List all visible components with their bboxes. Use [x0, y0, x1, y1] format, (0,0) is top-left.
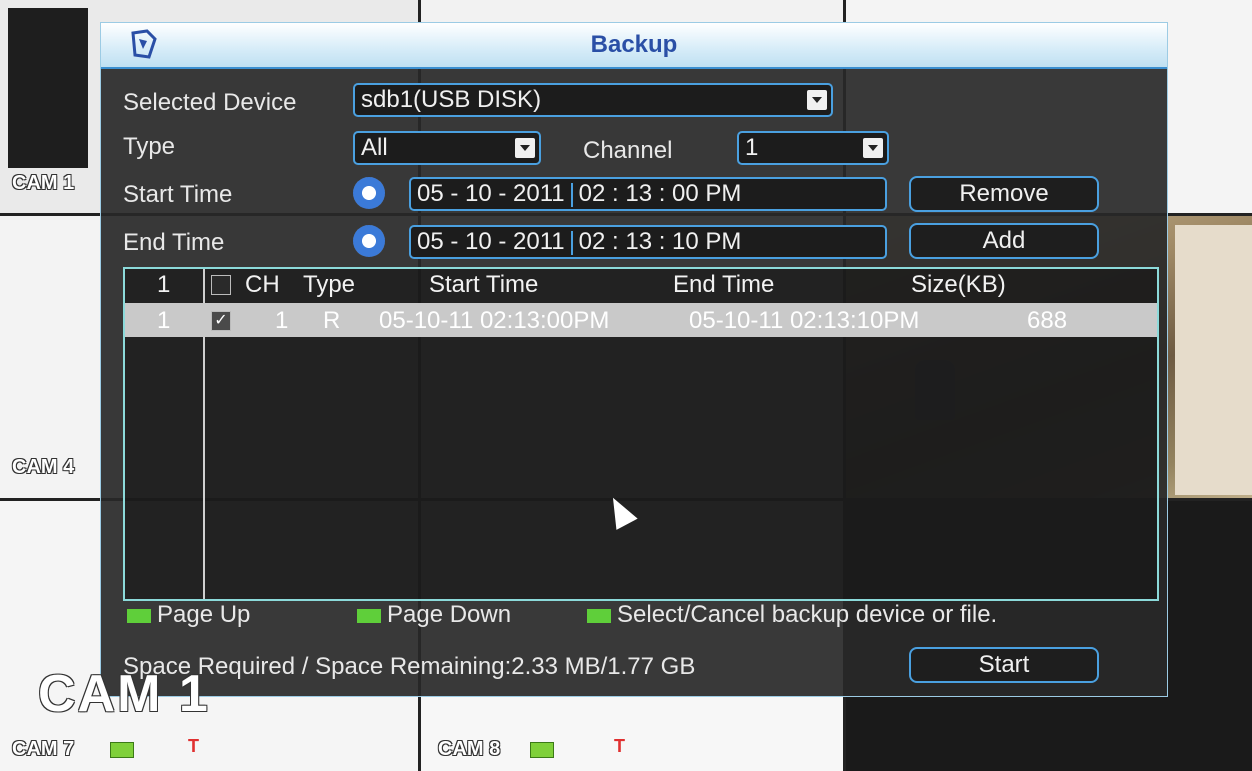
camera-label-8: CAM 8: [438, 738, 501, 760]
header-count: 1: [157, 271, 171, 298]
start-button[interactable]: Start: [909, 647, 1099, 683]
row-end-time: 05-10-11 02:13:10PM: [689, 307, 920, 334]
row-index: 1: [157, 307, 171, 334]
end-time-value: 02 : 13 : 10 PM: [578, 228, 742, 255]
backup-file-table: 1 CH Type Start Time End Time Size(KB) 1…: [123, 267, 1159, 601]
header-type: Type: [303, 271, 356, 298]
selected-device-label: Selected Device: [123, 89, 297, 116]
camera-label-4: CAM 4: [12, 456, 75, 478]
select-all-checkbox[interactable]: [211, 275, 231, 295]
camera-preview: [8, 8, 88, 168]
channel-dropdown[interactable]: 1: [737, 131, 889, 165]
camera-scene-door: [1175, 225, 1252, 495]
chevron-down-icon[interactable]: [807, 90, 827, 110]
field-separator: [570, 230, 573, 255]
field-separator: [570, 182, 573, 207]
end-time-input[interactable]: 05 - 10 - 2011 02 : 13 : 10 PM: [409, 225, 887, 259]
clock-icon[interactable]: [353, 177, 385, 209]
alarm-icon: T: [614, 736, 625, 756]
select-cancel-hint: Select/Cancel backup device or file.: [587, 601, 997, 629]
function-key-icon: [587, 608, 611, 623]
header-ch: CH: [245, 271, 280, 298]
row-checkbox[interactable]: ✓: [211, 311, 231, 331]
header-start-time: Start Time: [429, 271, 539, 298]
row-type: R: [323, 307, 341, 334]
dialog-title: Backup: [590, 31, 678, 58]
page-down-key-icon: [357, 608, 381, 623]
start-time-input[interactable]: 05 - 10 - 2011 02 : 13 : 00 PM: [409, 177, 887, 211]
row-size: 688: [1027, 307, 1068, 334]
add-button[interactable]: Add: [909, 223, 1099, 259]
type-value: All: [361, 134, 388, 161]
page-up-hint[interactable]: Page Up: [127, 601, 250, 629]
end-time-label: End Time: [123, 229, 225, 256]
table-row[interactable]: 1 ✓ 1 R 05-10-11 02:13:00PM 05-10-11 02:…: [125, 303, 1157, 337]
record-icon: [110, 742, 134, 758]
table-header: 1 CH Type Start Time End Time Size(KB): [125, 269, 1157, 301]
camera-label-7: CAM 7: [12, 738, 75, 760]
start-time-value: 02 : 13 : 00 PM: [578, 180, 742, 207]
row-start-time: 05-10-11 02:13:00PM: [379, 307, 610, 334]
header-end-time: End Time: [673, 271, 775, 298]
page-down-label: Page Down: [387, 601, 512, 628]
alarm-icon: T: [188, 736, 199, 756]
page-down-hint[interactable]: Page Down: [357, 601, 511, 629]
dialog-titlebar: Backup: [101, 23, 1167, 69]
type-dropdown[interactable]: All: [353, 131, 541, 165]
page-up-label: Page Up: [157, 601, 251, 628]
selected-device-value: sdb1(USB DISK): [361, 86, 542, 113]
end-date-value: 05 - 10 - 2011: [417, 228, 565, 255]
start-time-label: Start Time: [123, 181, 233, 208]
channel-value: 1: [745, 134, 759, 161]
channel-label: Channel: [583, 137, 673, 164]
record-icon: [530, 742, 554, 758]
selected-device-dropdown[interactable]: sdb1(USB DISK): [353, 83, 833, 117]
backup-dialog: Backup Selected Device sdb1(USB DISK) Ty…: [100, 22, 1168, 697]
camera-overlay-label: CAM 1: [38, 665, 210, 723]
row-channel: 1: [275, 307, 289, 334]
page-up-key-icon: [127, 608, 151, 623]
start-date-value: 05 - 10 - 2011: [417, 180, 565, 207]
camera-label-1: CAM 1: [12, 172, 75, 194]
select-cancel-label: Select/Cancel backup device or file.: [617, 601, 998, 628]
clock-icon[interactable]: [353, 225, 385, 257]
header-size: Size(KB): [911, 271, 1006, 298]
chevron-down-icon[interactable]: [863, 138, 883, 158]
chevron-down-icon[interactable]: [515, 138, 535, 158]
remove-button[interactable]: Remove: [909, 176, 1099, 212]
type-label: Type: [123, 133, 176, 160]
